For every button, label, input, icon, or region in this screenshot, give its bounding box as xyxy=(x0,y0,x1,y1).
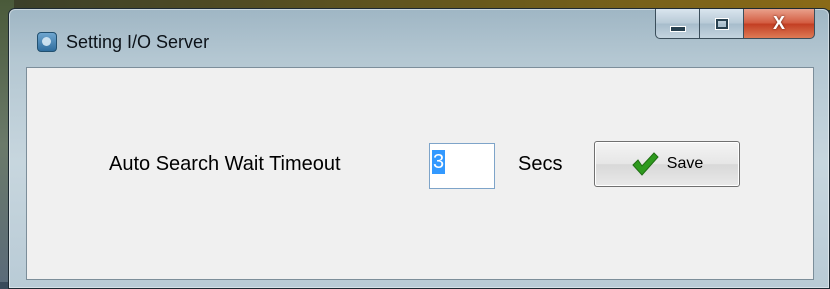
app-icon[interactable] xyxy=(37,32,57,52)
close-button[interactable]: X xyxy=(743,9,815,39)
minimize-button[interactable] xyxy=(655,9,699,39)
timeout-input[interactable]: 3 xyxy=(429,143,495,189)
units-label: Secs xyxy=(518,153,563,175)
settings-window: Setting I/O Server X Auto Search Wait Ti… xyxy=(8,8,830,289)
client-area: Auto Search Wait Timeout 3 Secs Save xyxy=(26,67,814,280)
timeout-value: 3 xyxy=(432,150,446,174)
save-button[interactable]: Save xyxy=(594,141,740,187)
maximize-icon xyxy=(714,17,729,30)
caption-buttons: X xyxy=(655,9,815,39)
close-icon: X xyxy=(772,13,785,33)
save-label: Save xyxy=(666,155,704,172)
minimize-icon xyxy=(669,25,686,32)
timeout-row: Auto Search Wait Timeout 3 Secs Save xyxy=(27,141,813,193)
maximize-button[interactable] xyxy=(699,9,743,39)
checkmark-icon xyxy=(632,152,659,176)
title-bar[interactable]: Setting I/O Server X xyxy=(9,9,829,67)
window-title: Setting I/O Server xyxy=(66,32,210,52)
timeout-label: Auto Search Wait Timeout xyxy=(109,153,341,175)
